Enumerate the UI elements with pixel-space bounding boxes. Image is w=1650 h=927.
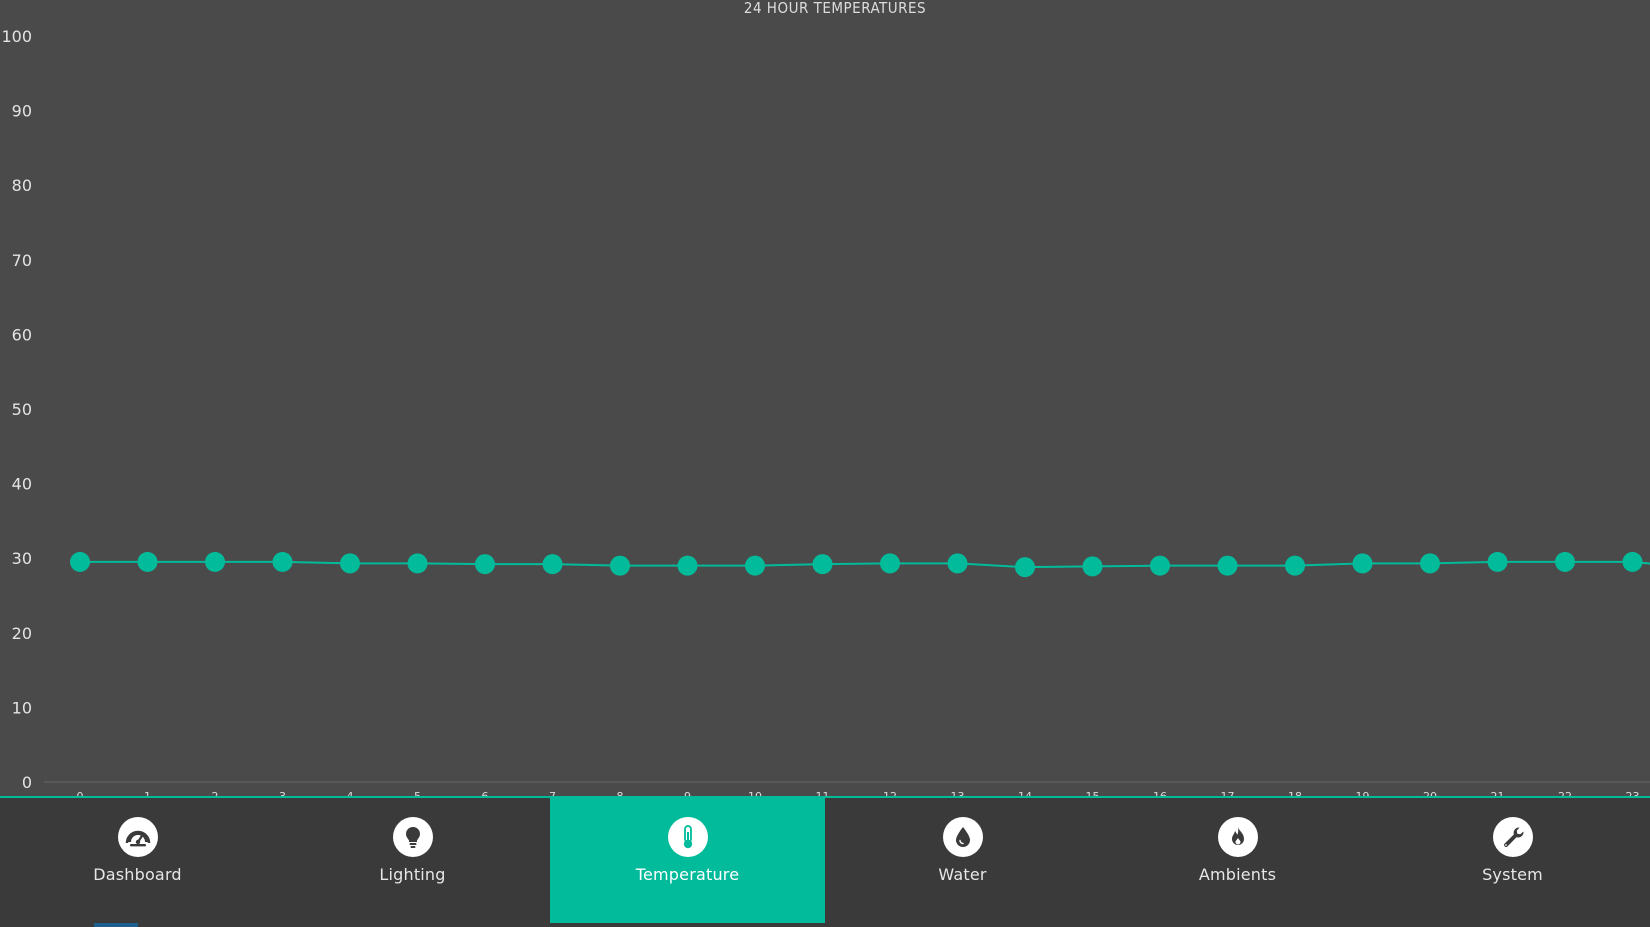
data-point[interactable] [677, 555, 698, 576]
nav-item-dashboard[interactable]: Dashboard [0, 798, 275, 927]
data-point[interactable] [812, 554, 833, 575]
data-point[interactable] [1352, 553, 1373, 574]
gauge-icon [117, 817, 158, 857]
temperature-line-chart: 24 HOUR TEMPERATURES 0 10 20 30 40 50 60 70 80 90… [1, 0, 1650, 796]
y-tick-label: 80 [12, 176, 32, 195]
nav-label: Water [938, 865, 987, 884]
data-point[interactable] [205, 551, 225, 572]
nav-item-water[interactable]: Water [825, 798, 1100, 927]
nav-item-lighting[interactable]: Lighting [275, 798, 550, 927]
bottom-status-strip [0, 923, 1650, 927]
data-point[interactable] [542, 554, 563, 575]
data-point[interactable] [745, 555, 765, 576]
nav-item-temperature[interactable]: Temperature [550, 798, 825, 925]
data-point[interactable] [1082, 556, 1103, 577]
bottom-navigation-bar: Dashboard Lighting Temperature Water Amb… [0, 796, 1650, 927]
y-axis: 0 10 20 30 40 50 60 70 80 90 100 [1, 27, 1650, 792]
data-point[interactable] [272, 551, 293, 572]
series-line [80, 560, 1650, 569]
temperature-series [70, 551, 1650, 578]
y-tick-label: 60 [12, 325, 32, 344]
y-tick-label: 70 [12, 251, 32, 270]
data-point[interactable] [137, 551, 158, 572]
data-point[interactable] [1487, 551, 1508, 572]
y-tick-label: 10 [12, 698, 32, 717]
nav-label: Dashboard [93, 865, 182, 884]
data-point[interactable] [1217, 555, 1238, 576]
chart-title: 24 HOUR TEMPERATURES [744, 0, 926, 17]
water-drop-icon [942, 817, 983, 857]
data-point[interactable] [947, 553, 968, 574]
data-point[interactable] [407, 553, 428, 574]
nav-label: Ambients [1198, 865, 1277, 884]
app-window: 24 HOUR TEMPERATURES 0 10 20 30 40 50 60 70 80 90… [0, 0, 1650, 927]
data-point[interactable] [475, 554, 495, 575]
nav-item-ambients[interactable]: Ambients [1100, 798, 1375, 927]
thermometer-icon [667, 817, 708, 857]
data-point[interactable] [610, 555, 630, 576]
wrench-icon [1492, 817, 1533, 857]
data-point[interactable] [1420, 553, 1440, 574]
data-point[interactable] [1555, 551, 1575, 572]
data-point[interactable] [70, 551, 90, 572]
y-tick-label: 30 [12, 549, 32, 568]
lightbulb-icon [392, 817, 433, 857]
y-tick-label: 40 [12, 475, 32, 494]
y-tick-label: 50 [12, 400, 32, 419]
nav-label: Temperature [635, 865, 740, 884]
y-tick-label: 0 [22, 773, 32, 792]
temperature-chart-panel: 24 HOUR TEMPERATURES 0 10 20 30 40 50 60 70 80 90… [0, 0, 1650, 796]
nav-label: Lighting [379, 865, 446, 884]
flame-icon [1217, 817, 1258, 857]
data-point[interactable] [880, 553, 900, 574]
data-point[interactable] [340, 553, 360, 574]
nav-label: System [1482, 865, 1543, 884]
status-accent [94, 923, 138, 927]
y-tick-label: 20 [12, 624, 32, 643]
data-point[interactable] [1622, 551, 1643, 572]
data-point[interactable] [1150, 555, 1170, 576]
data-point[interactable] [1285, 555, 1305, 576]
data-point[interactable] [1015, 557, 1035, 578]
y-tick-label: 90 [12, 102, 32, 121]
nav-item-system[interactable]: System [1375, 798, 1650, 927]
y-tick-label: 100 [1, 27, 32, 46]
